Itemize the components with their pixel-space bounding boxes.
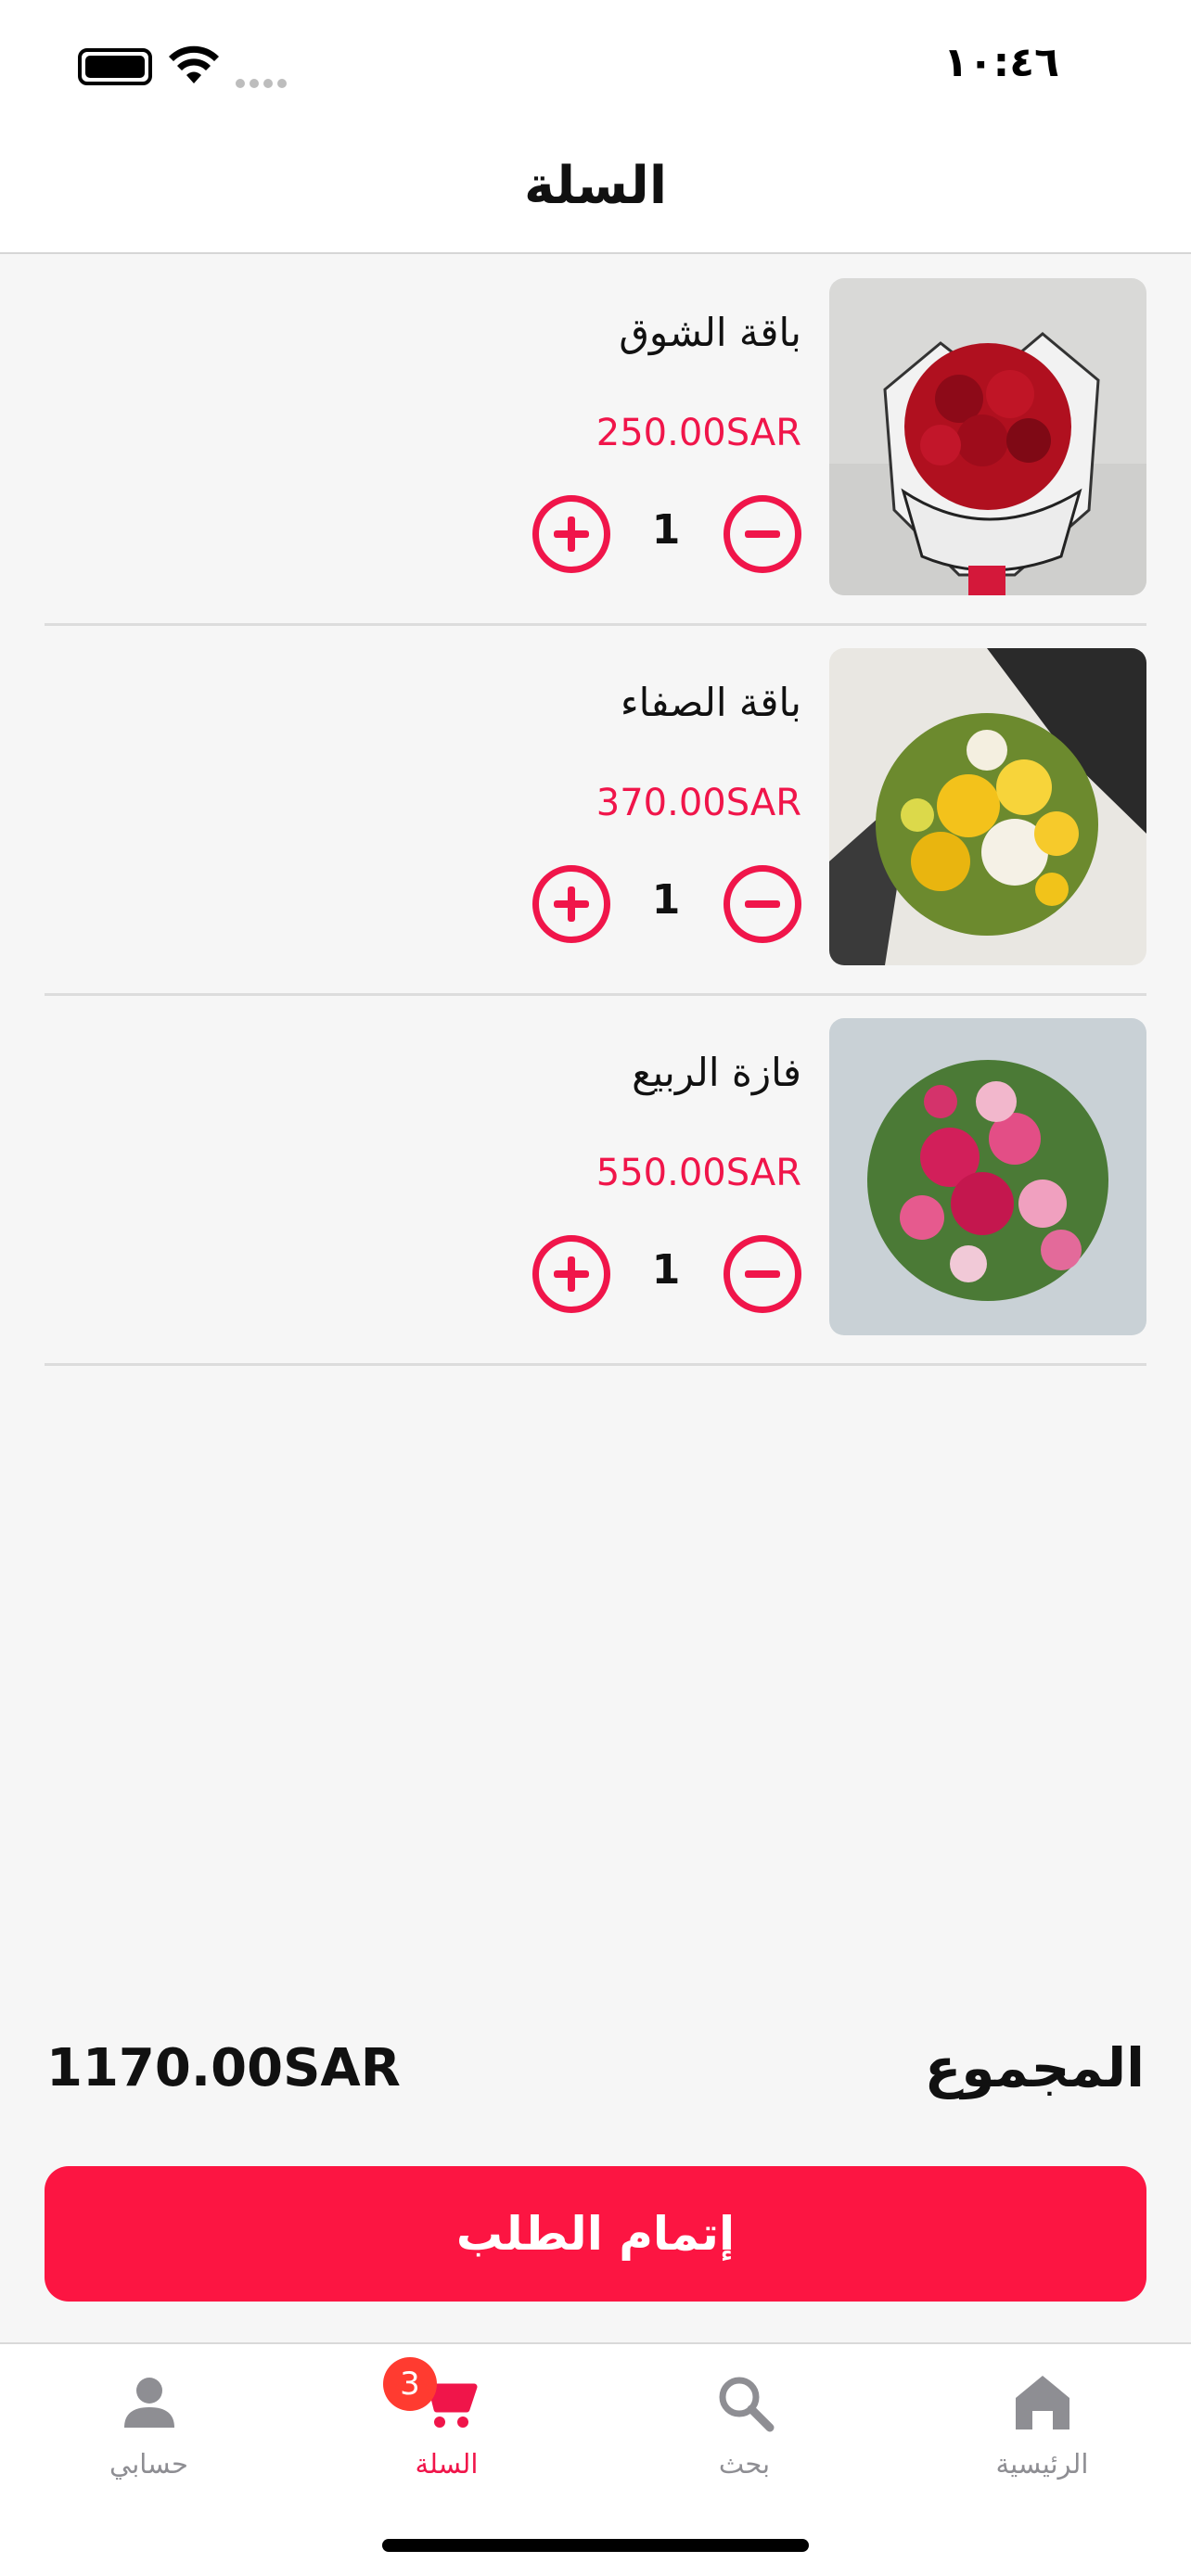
cart-item[interactable]: باقة الصفاء 370.00SAR 1 (0, 626, 1191, 996)
wifi-icon (169, 45, 219, 83)
product-image-pink-vase[interactable] (829, 1018, 1146, 1335)
cart-list: باقة الشوق 250.00SAR 1 باقة الصفاء 370.0… (0, 256, 1191, 1366)
product-price: 370.00SAR (596, 782, 801, 824)
increase-quantity-button[interactable] (532, 865, 610, 943)
quantity-value: 1 (651, 506, 681, 554)
quantity-value: 1 (651, 876, 681, 924)
cart-item[interactable]: فازة الربيع 550.00SAR 1 (0, 996, 1191, 1366)
tab-search[interactable]: بحث (596, 2344, 893, 2511)
status-bar: ١٠:٤٦ (0, 0, 1191, 130)
divider (45, 1363, 1146, 1366)
product-name: فازة الربيع (632, 1050, 801, 1095)
checkout-button[interactable]: إتمام الطلب (45, 2166, 1146, 2302)
tab-label: بحث (718, 2448, 771, 2480)
total-label: المجموع (924, 2036, 1145, 2099)
product-price: 550.00SAR (596, 1152, 801, 1194)
product-name: باقة الشوق (619, 310, 801, 355)
signal-icon (236, 74, 293, 88)
tab-label: حسابي (109, 2448, 188, 2480)
decrease-quantity-button[interactable] (724, 1235, 801, 1313)
total-value: 1170.00SAR (46, 2038, 401, 2098)
battery-icon (78, 48, 152, 85)
quantity-value: 1 (651, 1246, 681, 1294)
product-name: باقة الصفاء (620, 680, 801, 725)
person-icon (124, 2378, 174, 2428)
tab-home[interactable]: الرئيسية (893, 2344, 1191, 2511)
home-icon (1016, 2376, 1069, 2429)
decrease-quantity-button[interactable] (724, 865, 801, 943)
tab-label: الرئيسية (995, 2448, 1089, 2480)
search-icon (719, 2377, 775, 2432)
tab-account[interactable]: حسابي (0, 2344, 298, 2511)
product-price: 250.00SAR (596, 412, 801, 454)
cart-item[interactable]: باقة الشوق 250.00SAR 1 (0, 256, 1191, 626)
increase-quantity-button[interactable] (532, 495, 610, 573)
page-title: السلة (523, 156, 668, 216)
product-image-yellow-lilies[interactable] (829, 648, 1146, 965)
product-image-red-roses[interactable] (829, 278, 1146, 595)
increase-quantity-button[interactable] (532, 1235, 610, 1313)
tab-cart[interactable]: 3 السلة (298, 2344, 596, 2511)
quantity-stepper: 1 (523, 495, 801, 573)
quantity-stepper: 1 (523, 1235, 801, 1313)
nav-header: السلة (0, 130, 1191, 254)
quantity-stepper: 1 (523, 865, 801, 943)
tab-label: السلة (415, 2448, 479, 2480)
status-time: ١٠:٤٦ (942, 39, 1059, 86)
cart-badge: 3 (383, 2357, 437, 2411)
decrease-quantity-button[interactable] (724, 495, 801, 573)
home-indicator (382, 2539, 809, 2552)
